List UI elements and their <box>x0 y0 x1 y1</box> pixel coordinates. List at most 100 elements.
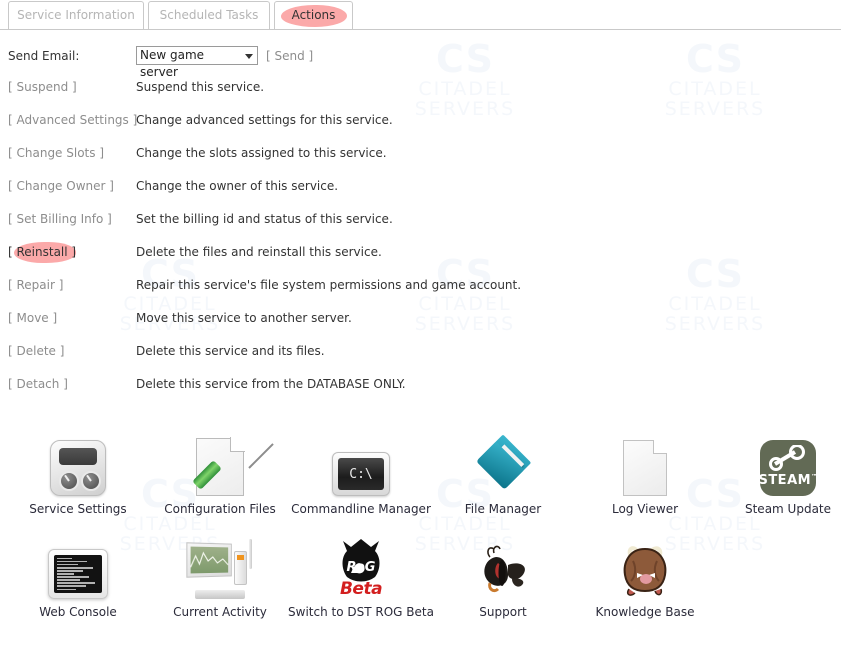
action-row: [ Change Slots ] Change the slots assigne… <box>8 146 828 179</box>
tab-service-information[interactable]: Service Information <box>8 1 144 29</box>
icon-label: Log Viewer <box>611 502 679 516</box>
action-description: Delete the files and reinstall this serv… <box>136 245 382 259</box>
icon-label: Switch to DST ROG Beta <box>288 605 434 619</box>
icon-grid: Service Settings Configuration Files C:\ Co… <box>0 432 841 638</box>
icon-cell-steam-update[interactable]: STEAM™ Steam Update <box>713 432 841 516</box>
action-link-delete[interactable]: [ Delete ] <box>8 344 136 358</box>
icon-cell-web-console[interactable]: Web Console <box>3 535 153 619</box>
action-description: Set the billing id and status of this se… <box>136 212 393 226</box>
action-row: [ Delete ] Delete this service and its fi… <box>8 344 828 377</box>
icon-art <box>145 432 295 496</box>
action-description: Change the owner of this service. <box>136 179 339 193</box>
icon-art <box>3 432 153 496</box>
tab-label: Scheduled Tasks <box>159 8 259 22</box>
commandline-manager-icon: C:\ <box>332 452 390 496</box>
icon-art <box>3 535 153 599</box>
action-row: [ Move ] Move this service to another ser… <box>8 311 828 344</box>
icon-cell-configuration-files[interactable]: Configuration Files <box>145 432 295 516</box>
chevron-down-icon <box>245 54 253 59</box>
icon-cell-file-manager[interactable]: File Manager <box>428 432 578 516</box>
icon-cell-switch-to-dst-rog-beta[interactable]: RoG Beta Switch to DST ROG Beta <box>286 535 436 619</box>
icon-label: Commandline Manager <box>291 502 431 516</box>
icon-cell-service-settings[interactable]: Service Settings <box>3 432 153 516</box>
action-link-label: [ Advanced Settings ] <box>8 113 138 127</box>
tab-strip: Service Information Scheduled Tasks Acti… <box>0 0 841 30</box>
support-icon <box>474 543 532 599</box>
icon-cell-current-activity[interactable]: Current Activity <box>145 535 295 619</box>
action-row: [ Advanced Settings ] Change advanced set… <box>8 113 828 146</box>
action-row: [ Repair ] Repair this service's file sys… <box>8 278 828 311</box>
dst-rog-beta-icon: RoG Beta <box>329 539 393 599</box>
icon-label: Knowledge Base <box>595 605 695 619</box>
action-link-label: [ Reinstall ] <box>8 245 77 259</box>
tab-actions[interactable]: Actions <box>274 1 353 29</box>
action-description: Repair this service's file system permis… <box>136 278 522 292</box>
action-link-change-slots[interactable]: [ Change Slots ] <box>8 146 136 160</box>
tab-label: Service Information <box>17 8 135 22</box>
beta-badge: Beta <box>339 579 383 599</box>
tab-scheduled-tasks[interactable]: Scheduled Tasks <box>148 1 270 29</box>
icon-cell-log-viewer[interactable]: Log Viewer <box>570 432 720 516</box>
action-row: [ Change Owner ] Change the owner of this… <box>8 179 828 212</box>
configuration-files-icon <box>192 437 274 496</box>
action-description: Change the slots assigned to this servic… <box>136 146 387 160</box>
action-link-repair[interactable]: [ Repair ] <box>8 278 136 292</box>
action-link-label: [ Suspend ] <box>8 80 77 94</box>
icon-label: Support <box>479 605 527 619</box>
action-link-label: [ Change Slots ] <box>8 146 104 160</box>
send-email-label: Send Email: <box>8 48 80 63</box>
icon-label: Service Settings <box>29 502 127 516</box>
action-link-label: [ Set Billing Info ] <box>8 212 112 226</box>
web-console-icon <box>48 549 108 599</box>
action-row: [ Set Billing Info ] Set the billing id a… <box>8 212 828 245</box>
icon-cell-commandline-manager[interactable]: C:\ Commandline Manager <box>286 432 436 516</box>
send-email-row: Send Email: New game server [ Send ] <box>8 46 313 79</box>
action-description: Move this service to another server. <box>136 311 352 325</box>
file-manager-icon <box>462 426 544 508</box>
watermark-cs: CS <box>686 37 744 81</box>
icon-row: Service Settings Configuration Files C:\ Co… <box>0 432 841 535</box>
action-link-advanced-settings[interactable]: [ Advanced Settings ] <box>8 113 138 127</box>
icon-row: Web Console Current Activity RoG Beta Switch… <box>0 535 841 638</box>
terminal-text: C:\ <box>338 458 384 490</box>
action-description: Delete this service and its files. <box>136 344 325 358</box>
action-row: [ Reinstall ] Delete the files and reinst… <box>8 242 828 278</box>
action-link-label: [ Change Owner ] <box>8 179 114 193</box>
tab-label: Actions <box>291 8 336 22</box>
icon-label: Web Console <box>39 605 117 619</box>
action-list: [ Suspend ] Suspend this service. [ Advanc… <box>8 80 828 410</box>
action-link-suspend[interactable]: [ Suspend ] <box>8 80 136 94</box>
action-link-detach[interactable]: [ Detach ] <box>8 377 136 391</box>
icon-art: RoG Beta <box>286 535 436 599</box>
action-link-label: [ Delete ] <box>8 344 65 358</box>
action-link-move[interactable]: [ Move ] <box>8 311 136 325</box>
action-row: [ Detach ] Delete this service from the D… <box>8 377 828 410</box>
icon-label: Steam Update <box>744 502 832 516</box>
icon-art <box>570 535 720 599</box>
icon-art <box>428 535 578 599</box>
knowledge-base-icon <box>617 541 673 599</box>
action-link-set-billing-info[interactable]: [ Set Billing Info ] <box>8 212 136 226</box>
watermark-cs: CS <box>436 37 494 81</box>
icon-art <box>570 432 720 496</box>
steam-update-icon: STEAM™ <box>758 440 818 496</box>
steam-wordmark: STEAM™ <box>758 473 818 488</box>
icon-art <box>145 535 295 599</box>
icon-art: C:\ <box>286 432 436 496</box>
action-description: Change advanced settings for this servic… <box>136 113 393 127</box>
icon-art: STEAM™ <box>713 432 841 496</box>
action-link-reinstall[interactable]: [ Reinstall ] <box>8 242 136 263</box>
action-link-label: [ Detach ] <box>8 377 68 391</box>
icon-label: Configuration Files <box>164 502 276 516</box>
action-link-change-owner[interactable]: [ Change Owner ] <box>8 179 136 193</box>
action-row: [ Suspend ] Suspend this service. <box>8 80 828 113</box>
icon-label: Current Activity <box>173 605 267 619</box>
action-link-label: [ Repair ] <box>8 278 64 292</box>
service-settings-icon <box>50 440 106 496</box>
action-description: Suspend this service. <box>136 80 265 94</box>
svg-text:RoG: RoG <box>347 560 376 575</box>
icon-cell-support[interactable]: Support <box>428 535 578 619</box>
send-email-select[interactable]: New game server <box>136 46 258 79</box>
send-button[interactable]: [ Send ] <box>266 49 313 63</box>
icon-cell-knowledge-base[interactable]: Knowledge Base <box>570 535 720 619</box>
